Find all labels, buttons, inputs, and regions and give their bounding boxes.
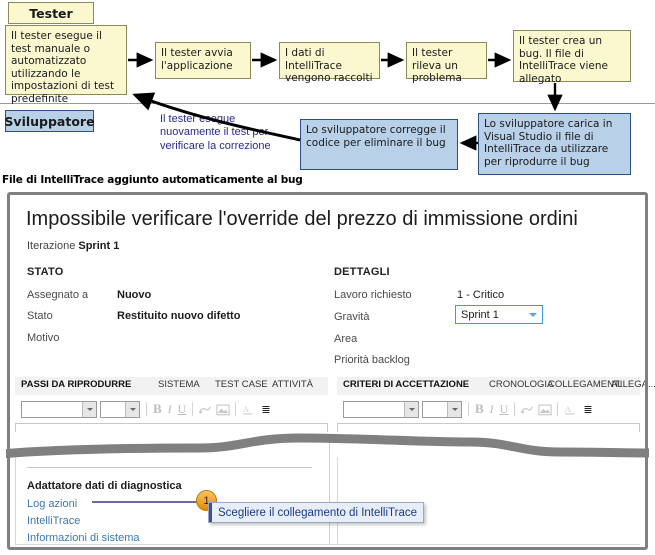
italic-button[interactable]: I — [490, 402, 494, 417]
callout-leader-line — [92, 501, 212, 503]
tab-attivita[interactable]: ATTIVITÀ — [272, 379, 313, 390]
link-informazioni-di-sistema[interactable]: Informazioni di sistema — [27, 532, 140, 544]
tab-criteri-di-accettazione[interactable]: CRITERI DI ACCETTAZIONE — [343, 379, 469, 390]
chevron-down-icon[interactable] — [447, 401, 461, 417]
tab-passi-da-riprodurre[interactable]: PASSI DA RIPRODURRE — [21, 379, 131, 390]
section-heading-dettagli: DETTAGLI — [334, 266, 390, 278]
field-label-assegnato-a: Assegnato a — [27, 289, 89, 301]
left-tabstrip: PASSI DA RIPRODURRE SISTEMA TEST CASE AT… — [15, 377, 328, 395]
tab-cronologia[interactable]: CRONOLOGIA — [489, 379, 553, 390]
field-label-stato: Stato — [27, 310, 53, 322]
work-item-form: Impossibile verificare l'override del pr… — [7, 192, 655, 550]
underline-button[interactable]: U — [500, 402, 509, 417]
link-icon[interactable] — [198, 403, 212, 416]
intellitrace-workflow-diagram: Tester Sviluppatore Il tester esegue il … — [0, 0, 655, 186]
iteration-line: Iterazione Sprint 1 — [27, 240, 119, 252]
font-color-icon[interactable]: A — [563, 403, 577, 416]
font-size-dropdown[interactable] — [100, 400, 140, 418]
diagnostics-heading: Adattatore dati di diagnostica — [27, 480, 182, 492]
link-intellitrace[interactable]: IntelliTrace — [27, 515, 80, 527]
chevron-down-icon[interactable] — [404, 401, 418, 417]
chevron-down-icon[interactable] — [524, 306, 542, 323]
chevron-down-icon[interactable] — [82, 401, 96, 417]
toolbar-separator — [557, 402, 559, 416]
lower-left-pane-edge — [15, 457, 16, 545]
chevron-down-icon[interactable] — [125, 401, 139, 417]
toolbar-separator — [146, 402, 147, 416]
left-rich-text-editor[interactable]: B I U A ≣ — [15, 395, 328, 432]
italic-button[interactable]: I — [168, 402, 172, 417]
gravita-dropdown-value: Sprint 1 — [461, 308, 499, 321]
lower-right-pane-edge — [337, 457, 338, 545]
toolbar-overflow-icon[interactable]: ≣ — [261, 403, 270, 416]
field-label-motivo: Motivo — [27, 332, 60, 344]
bold-button[interactable]: B — [153, 401, 162, 417]
iteration-label: Iterazione — [27, 240, 76, 252]
underline-button[interactable]: U — [178, 402, 187, 417]
section-heading-stato: STATO — [27, 266, 64, 278]
link-icon[interactable] — [520, 403, 534, 416]
font-family-dropdown[interactable] — [343, 400, 419, 418]
flow-arrows — [128, 52, 563, 151]
toolbar-separator — [468, 402, 469, 416]
font-color-icon[interactable]: A — [241, 403, 255, 416]
field-label-priorita-backlog: Priorità backlog — [334, 354, 410, 366]
work-item-title: Impossibile verificare l'override del pr… — [26, 208, 578, 230]
field-label-lavoro-richiesto: Lavoro richiesto — [334, 289, 412, 301]
right-editor-toolbar: B I U A ≣ — [337, 395, 640, 423]
link-log-azioni[interactable]: Log azioni — [27, 498, 77, 510]
field-value-assegnato-a[interactable]: Nuovo — [117, 289, 151, 301]
tab-allegati[interactable]: ALLEGA.... — [611, 379, 655, 390]
lower-pane-bottom-edge — [15, 544, 640, 545]
iteration-value: Sprint 1 — [78, 240, 120, 252]
right-tabstrip: CRITERI DI ACCETTAZIONE CRONOLOGIA COLLE… — [337, 377, 655, 395]
left-editor-toolbar: B I U A ≣ — [15, 395, 328, 423]
left-editor-body[interactable] — [15, 423, 328, 432]
field-label-area: Area — [334, 333, 358, 345]
torn-page-divider — [0, 432, 655, 468]
bold-button[interactable]: B — [475, 401, 484, 417]
field-value-lavoro-richiesto[interactable]: 1 - Critico — [457, 289, 504, 301]
right-editor-body[interactable] — [337, 423, 640, 432]
gravita-dropdown[interactable]: Sprint 1 — [455, 305, 543, 324]
svg-text:A: A — [565, 404, 572, 414]
diagram-caption: File di IntelliTrace aggiunto automatica… — [2, 174, 303, 186]
tab-test-case[interactable]: TEST CASE — [215, 379, 268, 390]
toolbar-separator — [235, 402, 237, 416]
callout-tooltip: Scegliere il collegamento di IntelliTrac… — [208, 502, 425, 523]
image-icon[interactable] — [538, 403, 553, 416]
font-family-dropdown[interactable] — [21, 400, 97, 418]
callout-text: Scegliere il collegamento di IntelliTrac… — [218, 506, 418, 519]
right-rich-text-editor[interactable]: B I U A ≣ — [337, 395, 640, 432]
toolbar-overflow-icon[interactable]: ≣ — [583, 403, 592, 416]
tab-sistema[interactable]: SISTEMA — [158, 379, 200, 390]
svg-text:A: A — [243, 404, 250, 414]
image-icon[interactable] — [216, 403, 231, 416]
field-label-gravita: Gravità — [334, 311, 370, 323]
field-value-stato[interactable]: Restituito nuovo difetto — [117, 310, 240, 322]
toolbar-separator — [514, 402, 516, 416]
toolbar-separator — [192, 402, 194, 416]
font-size-dropdown[interactable] — [422, 400, 462, 418]
